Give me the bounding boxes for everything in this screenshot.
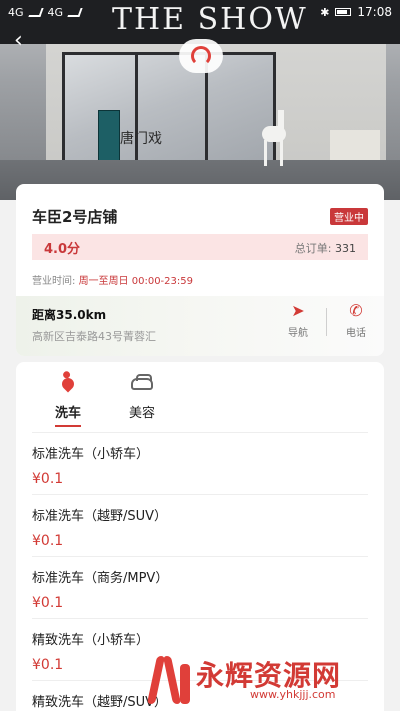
display-table [330,130,380,160]
battery-icon [335,8,352,16]
window-frame [135,55,138,171]
chevron-left-icon: ‹ [14,28,23,53]
deer-statue [254,108,294,170]
divider [326,308,327,336]
back-button[interactable]: ‹ [14,30,34,52]
send-icon: ➤ [291,301,305,320]
business-hours: 营业时间: 周一至周日 00:00-23:59 [32,272,193,287]
store-distance: 距离35.0km [32,308,107,322]
tab-label: 美容 [128,406,155,421]
bluetooth-icon: ✱ [320,5,330,19]
storefront-window [62,52,276,174]
service-price: ¥0.1 [32,595,64,611]
play-icon [191,46,211,66]
watermark-logo-icon [146,654,192,704]
signal-icon [67,7,83,17]
store-name: 车臣2号店铺 [32,208,118,226]
network-label: 4G [8,5,24,19]
tab-car-wash[interactable]: 洗车 [38,372,98,427]
store-photo: THE SHOW 唐门戏 4G 4G ✱ 17:08 ‹ [0,0,400,200]
orders-value: 331 [335,242,356,255]
status-badge: 营业中 [330,208,368,225]
total-orders: 总订单: 331 [295,240,356,256]
signal-icon [27,7,44,17]
car-icon [112,372,172,398]
service-item[interactable]: 标准洗车（商务/MPV） ¥0.1 [32,557,368,619]
watermark-url: www.yhkjjj.com [250,688,336,701]
navigate-label: 导航 [288,328,308,339]
location-section: 距离35.0km 高新区吉泰路43号菁蓉汇 ➤ 导航 ✆ 电话 [16,296,384,356]
hours-value: 周一至周日 00:00-23:59 [78,276,193,287]
phone-icon: ✆ [349,301,363,320]
phone-label: 电话 [346,328,366,339]
tab-label: 洗车 [54,406,81,421]
service-item[interactable]: 标准洗车（越野/SUV） ¥0.1 [32,495,368,557]
watermark: 永辉资源网 www.yhkjjj.com [146,650,400,711]
phone-button[interactable]: ✆ 电话 [336,301,376,340]
status-bar: 4G 4G ✱ 17:08 [0,0,400,24]
store-info-card: 车臣2号店铺 营业中 4.0分 总订单: 331 营业时间: 周一至周日 00:… [16,184,384,356]
store-detail-page: THE SHOW 唐门戏 4G 4G ✱ 17:08 ‹ 车臣2号店铺 营业中 … [0,0,400,711]
active-tab-indicator [55,425,81,427]
tab-detailing[interactable]: 美容 [112,372,172,421]
service-name: 标准洗车（商务/MPV） [32,571,169,586]
service-name: 标准洗车（小轿车） [32,447,150,462]
service-name: 标准洗车（越野/SUV） [32,509,168,524]
network-label: 4G [47,5,64,19]
service-item[interactable]: 标准洗车（小轿车） ¥0.1 [32,433,368,495]
hours-label: 营业时间: [32,276,76,287]
water-drop-icon [38,372,98,398]
service-price: ¥0.1 [32,657,64,673]
navigate-button[interactable]: ➤ 导航 [278,301,318,340]
service-price: ¥0.1 [32,471,64,487]
orders-label: 总订单: [294,242,332,255]
play-video-button[interactable] [179,39,223,73]
service-name: 精致洗车（小轿车） [32,633,150,648]
door-sign-text: 唐门戏 [120,131,162,147]
rating-bar: 4.0分 总订单: 331 [32,234,368,260]
service-price: ¥0.1 [32,533,64,549]
store-address: 高新区吉泰路43号菁蓉汇 [32,330,156,343]
clock: 17:08 [357,5,392,19]
store-rating: 4.0分 [44,242,81,257]
